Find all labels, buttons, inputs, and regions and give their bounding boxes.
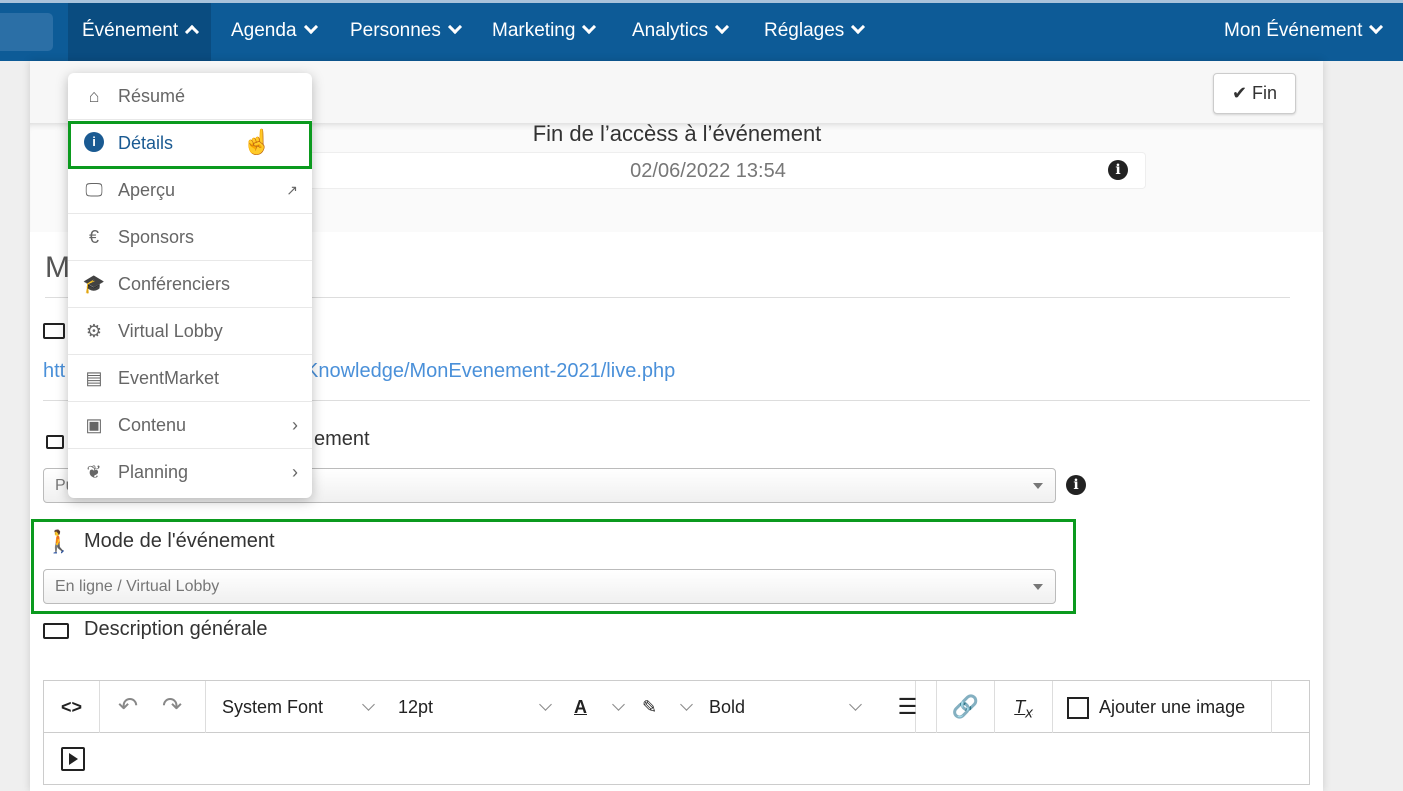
hand-cursor-icon: ☝ (242, 129, 272, 156)
menu-item-label: EventMarket (118, 368, 220, 388)
link-icon[interactable]: 🔗 (937, 681, 995, 733)
menu-item-sponsors[interactable]: € Sponsors (68, 214, 312, 261)
editor-toolbar: <> ↶ ↷ System Font 12pt A ✎ Bold ☰ 🔗 Tx A… (43, 680, 1310, 785)
menu-item-eventmarket[interactable]: ▤ EventMarket (68, 355, 312, 402)
nav-label: Événement (82, 20, 179, 41)
format-group: System Font 12pt A ✎ Bold (206, 681, 916, 733)
top-nav: Événement Agenda Personnes Marketing Ana… (0, 0, 1403, 61)
highlighter-icon[interactable]: ✎ (642, 681, 657, 733)
store-icon: ▤ (85, 368, 103, 388)
nav-personnes[interactable]: Personnes (350, 3, 462, 61)
menu-item-label: Sponsors (118, 227, 195, 247)
undo-icon[interactable]: ↶ (118, 681, 138, 733)
link-prefix: htt (43, 360, 66, 382)
video-camera-icon (43, 323, 65, 339)
info-icon[interactable]: i (1066, 475, 1086, 495)
menu-item-label: Conférenciers (118, 274, 231, 294)
chevron-up-icon (185, 24, 200, 40)
home-icon: ⌂ (88, 86, 100, 106)
text-color-icon[interactable]: A (574, 681, 587, 733)
bullet-list-icon[interactable]: ☰ (879, 681, 937, 733)
undo-redo-group: ↶ ↷ (100, 681, 206, 733)
euro-icon: € (88, 227, 99, 247)
nav-analytics[interactable]: Analytics (632, 3, 730, 61)
block-format-select[interactable]: Bold (709, 681, 745, 733)
nav-label: Analytics (632, 20, 709, 41)
chevron-down-icon (680, 698, 693, 711)
walking-icon: 🚶 (45, 529, 73, 554)
menu-item-label: Résumé (118, 86, 186, 106)
lock-icon (46, 435, 64, 449)
menu-item-conf-renciers[interactable]: 🎓 Conférenciers (68, 261, 312, 308)
access-label: ement (314, 428, 370, 450)
highlight-box (68, 121, 312, 169)
menu-item-label: Planning (118, 462, 189, 482)
fin-label: Fin (1252, 83, 1278, 103)
chevron-right-icon: › (292, 462, 298, 482)
mode-select[interactable]: En ligne / Virtual Lobby (43, 569, 1056, 604)
clear-format-icon[interactable]: Tx (995, 681, 1053, 733)
external-link-icon: ↗ (286, 182, 298, 198)
nav-label: Marketing (492, 20, 576, 41)
menu-item-aper-u[interactable]: 🖵 Aperçu ↗ (68, 167, 312, 214)
caret-down-icon (1033, 483, 1043, 489)
monitor-icon: 🖵 (85, 180, 103, 200)
link-suffix: Knowledge/MonEvenement-2021/live.php (305, 360, 676, 382)
menu-item-contenu[interactable]: ▣ Contenu › (68, 402, 312, 449)
font-size-select[interactable]: 12pt (398, 681, 433, 733)
chevron-down-icon (612, 698, 625, 711)
select-value: En ligne / Virtual Lobby (55, 578, 220, 595)
section-heading: M (45, 251, 70, 284)
chevron-down-icon (303, 19, 318, 35)
gears-icon: ⚙ (85, 321, 103, 341)
mode-label: Mode de l'événement (84, 530, 275, 552)
chevron-down-icon (362, 698, 375, 711)
end-access-title: Fin de l’accèss à l’événement (532, 121, 822, 146)
chevron-down-icon (1369, 19, 1384, 35)
nav-label: Personnes (350, 20, 441, 41)
nav-reglages[interactable]: Réglages (764, 3, 866, 61)
chevron-down-icon (447, 19, 462, 35)
nav-mon-evenement[interactable]: Mon Événement (1224, 3, 1384, 61)
check-icon: ✔ (1231, 83, 1248, 103)
caret-down-icon (1033, 584, 1043, 590)
end-date-input[interactable]: 02/06/2022 13:54 (270, 152, 1146, 189)
keyboard-icon (43, 623, 69, 639)
menu-item-label: Aperçu (118, 180, 176, 200)
image-icon (1067, 697, 1089, 720)
chevron-down-icon (851, 19, 866, 35)
font-select[interactable]: System Font (222, 681, 323, 733)
nav-label: Réglages (764, 20, 845, 41)
add-image-label: Ajouter une image (1099, 697, 1246, 717)
chevron-right-icon: › (292, 415, 298, 435)
nav-agenda[interactable]: Agenda (231, 3, 318, 61)
menu-item-label: Contenu (118, 415, 187, 435)
chevron-down-icon (582, 19, 597, 35)
nav-label: Mon Événement (1224, 20, 1363, 41)
leaf-icon: ❦ (86, 462, 102, 482)
menu-item-label: Virtual Lobby (118, 321, 223, 341)
media-icon[interactable] (61, 747, 85, 771)
info-icon[interactable]: i (1108, 160, 1128, 180)
chevron-down-icon (714, 19, 730, 35)
home-button[interactable] (0, 13, 53, 51)
nav-evenement[interactable]: Événement (68, 3, 212, 61)
menu-item-planning[interactable]: ❦ Planning › (68, 449, 312, 496)
redo-icon[interactable]: ↷ (162, 681, 182, 733)
chevron-down-icon (539, 698, 552, 711)
chevron-down-icon (849, 698, 862, 711)
menu-item-virtual-lobby[interactable]: ⚙ Virtual Lobby (68, 308, 312, 355)
fin-button[interactable]: ✔ Fin (1213, 73, 1296, 114)
description-label: Description générale (84, 618, 268, 640)
nav-marketing[interactable]: Marketing (492, 3, 597, 61)
code-icon[interactable]: <> (44, 681, 100, 733)
add-image-button[interactable]: Ajouter une image (1053, 681, 1272, 733)
menu-item-r-sum-[interactable]: ⌂ Résumé (68, 73, 312, 120)
live-link[interactable]: htt Knowledge/MonEvenement-2021/live.php (43, 360, 675, 383)
images-icon: ▣ (85, 415, 103, 435)
nav-label: Agenda (231, 20, 297, 41)
graduation-cap-icon: 🎓 (82, 274, 106, 294)
